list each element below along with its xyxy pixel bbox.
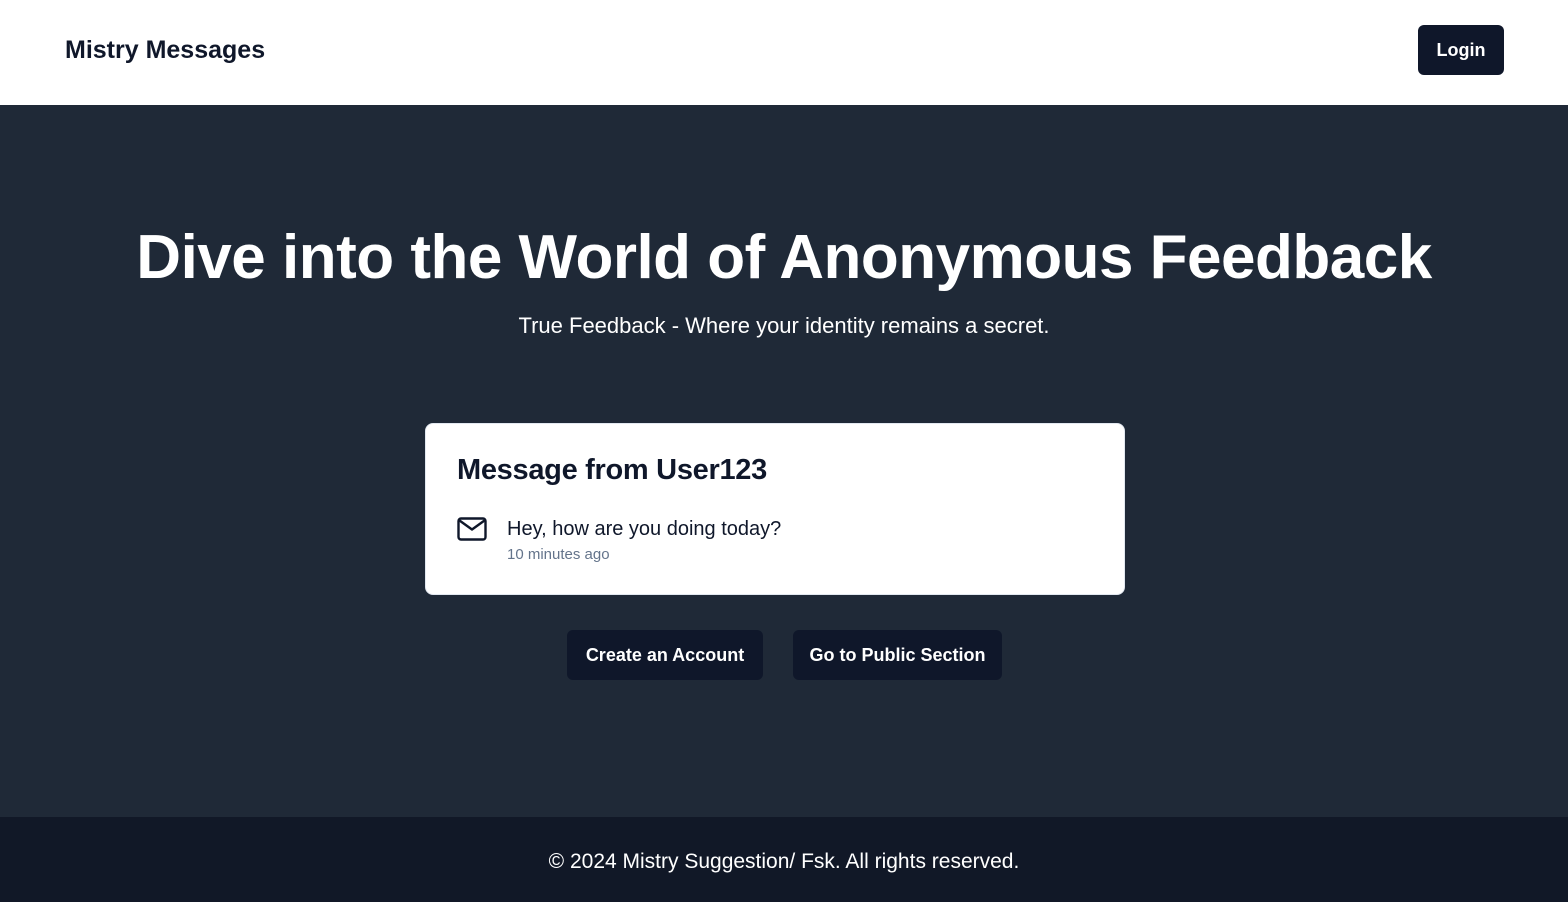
site-header: Mistry Messages Login <box>0 0 1568 105</box>
message-card-title: Message from User123 <box>457 454 767 486</box>
public-section-button[interactable]: Go to Public Section <box>793 630 1002 680</box>
hero-subtitle: True Feedback - Where your identity rema… <box>518 313 1050 338</box>
mail-icon <box>457 517 487 541</box>
hero-title: Dive into the World of Anonymous Feedbac… <box>136 223 1432 292</box>
message-text: Hey, how are you doing today? <box>507 518 782 540</box>
login-button[interactable]: Login <box>1418 25 1504 75</box>
footer-copyright: © 2024 Mistry Suggestion/ Fsk. All right… <box>548 850 1020 873</box>
brand-logo-text[interactable]: Mistry Messages <box>65 34 265 66</box>
hero-section: Dive into the World of Anonymous Feedbac… <box>0 105 1568 817</box>
create-account-button[interactable]: Create an Account <box>567 630 763 680</box>
message-card: Message from User123 Hey, how are you do… <box>425 423 1125 595</box>
message-timestamp: 10 minutes ago <box>507 546 610 563</box>
site-footer: © 2024 Mistry Suggestion/ Fsk. All right… <box>0 817 1568 902</box>
